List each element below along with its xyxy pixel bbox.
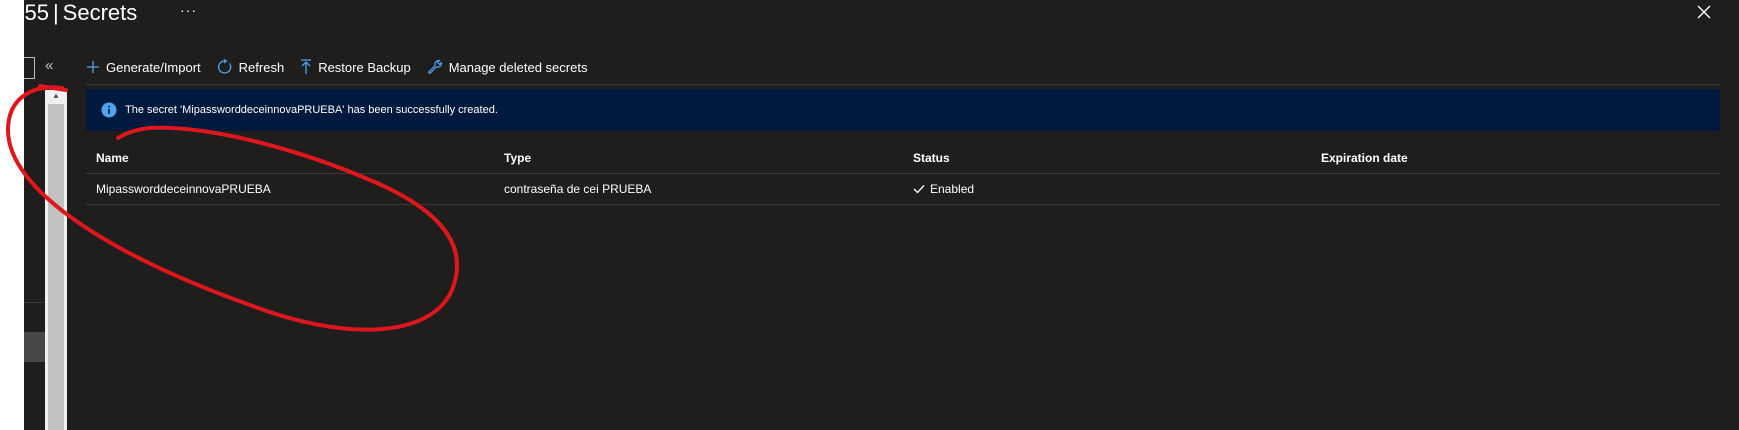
wrench-icon (427, 59, 442, 74)
plus-icon (87, 61, 99, 73)
page-title-text: Secrets (62, 0, 138, 25)
title-separator: | (52, 0, 59, 25)
resource-name-fragment: 3455 (0, 0, 49, 25)
sidebar-search-input[interactable] (24, 57, 35, 79)
refresh-icon (217, 59, 231, 74)
upload-icon (301, 59, 312, 74)
secret-type-cell: contraseña de cei PRUEBA (504, 182, 652, 196)
sidebar-divider (24, 302, 44, 303)
refresh-label: Refresh (238, 59, 285, 75)
command-bar: Generate/Import Refresh Restore Backup M… (86, 54, 587, 80)
page-title: 3455 | Secrets (0, 0, 137, 30)
generate-import-button[interactable]: Generate/Import (86, 60, 201, 75)
scroll-up-arrow-icon[interactable]: ▲ (45, 90, 67, 102)
column-header-type[interactable]: Type (504, 143, 531, 173)
info-icon (101, 102, 117, 118)
sidebar-item-secrets[interactable] (24, 332, 45, 362)
checkmark-icon (913, 185, 925, 194)
table-header-row: Name Type Status Expiration date (86, 143, 1720, 174)
manage-deleted-secrets-label: Manage deleted secrets (448, 59, 588, 75)
close-icon (1697, 5, 1711, 19)
status-text: Enabled (930, 182, 975, 196)
left-edge-panel (0, 0, 24, 430)
table-row[interactable]: MipassworddeceinnovaPRUEBA contraseña de… (86, 174, 1720, 205)
notification-message: The secret 'MipassworddeceinnovaPRUEBA' … (125, 104, 498, 116)
secret-name-cell[interactable]: MipassworddeceinnovaPRUEBA (96, 174, 271, 204)
secrets-table: Name Type Status Expiration date Mipassw… (86, 143, 1720, 205)
column-header-status[interactable]: Status (913, 143, 950, 173)
sidebar-scrollbar-thumb[interactable] (48, 104, 64, 430)
secret-status-cell: Enabled (913, 174, 974, 204)
generate-import-label: Generate/Import (106, 59, 201, 75)
collapse-sidebar-button[interactable]: « (45, 57, 53, 75)
restore-backup-button[interactable]: Restore Backup (300, 59, 411, 75)
more-options-button[interactable]: ··· (180, 2, 197, 18)
success-notification-banner: The secret 'MipassworddeceinnovaPRUEBA' … (86, 89, 1720, 131)
column-header-expiration-date[interactable]: Expiration date (1321, 143, 1408, 173)
close-button[interactable] (1693, 2, 1715, 24)
refresh-button[interactable]: Refresh (217, 59, 285, 75)
column-header-name[interactable]: Name (96, 143, 129, 173)
toolbar-divider (86, 84, 1720, 85)
restore-backup-label: Restore Backup (318, 59, 411, 75)
manage-deleted-secrets-button[interactable]: Manage deleted secrets (427, 59, 588, 75)
